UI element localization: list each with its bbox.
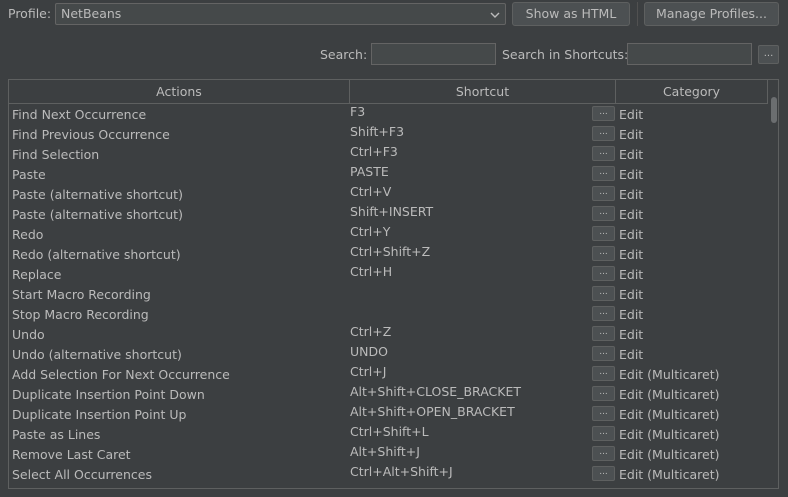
show-as-html-button[interactable]: Show as HTML [512,2,630,26]
edit-shortcut-button[interactable]: ... [592,466,615,481]
shortcut-cell[interactable]: Ctrl+J [350,364,386,384]
chevron-down-icon [490,12,500,18]
table-row[interactable]: Find Previous Occurrence Shift+F3... Edit [9,124,768,144]
edit-shortcut-button[interactable]: ... [592,106,615,121]
search-label: Search: [320,47,368,62]
search-input[interactable] [371,43,496,65]
column-header-category[interactable]: Category [616,80,768,103]
profile-select-value: NetBeans [61,6,122,21]
shortcut-cell[interactable]: PASTE [350,164,389,184]
table-row[interactable]: Paste PASTE... Edit [9,164,768,184]
table-row[interactable]: Add Selection For Next Occurrence Ctrl+J.… [9,364,768,384]
edit-shortcut-button[interactable]: ... [592,266,615,281]
manage-profiles-button[interactable]: Manage Profiles... [644,2,779,26]
edit-shortcut-button[interactable]: ... [592,146,615,161]
table-row[interactable]: Select All Occurrences Ctrl+Alt+Shift+J..… [9,464,768,484]
table-row[interactable]: Paste (alternative shortcut) Shift+INSERT… [9,204,768,224]
shortcut-cell[interactable]: Ctrl+V [350,184,391,204]
scrollbar-thumb[interactable] [771,97,777,123]
search-in-shortcuts-label: Search in Shortcuts: [502,47,629,62]
edit-shortcut-button[interactable]: ... [592,306,615,321]
edit-shortcut-button[interactable]: ... [592,346,615,361]
table-row[interactable]: Remove Last Caret Alt+Shift+J... Edit (Mul… [9,444,768,464]
edit-shortcut-button[interactable]: ... [592,126,615,141]
edit-shortcut-button[interactable]: ... [592,406,615,421]
shortcut-cell[interactable]: Ctrl+Y [350,224,390,244]
shortcut-cell[interactable]: UNDO [350,344,388,364]
shortcut-cell[interactable]: Alt+Shift+OPEN_BRACKET [350,404,515,424]
search-shortcuts-input[interactable] [627,43,752,65]
edit-shortcut-button[interactable]: ... [592,286,615,301]
table-row[interactable]: Redo (alternative shortcut) Ctrl+Shift+Z.… [9,244,768,264]
shortcut-cell[interactable]: Shift+INSERT [350,204,433,224]
profile-select[interactable]: NetBeans [55,3,506,25]
edit-shortcut-button[interactable]: ... [592,386,615,401]
table-row[interactable]: Stop Macro Recording... Edit [9,304,768,324]
table-header: Actions Shortcut Category [9,80,768,104]
shortcut-cell[interactable]: Alt+Shift+CLOSE_BRACKET [350,384,521,404]
table-row[interactable]: Undo (alternative shortcut) UNDO... Edit [9,344,768,364]
column-header-shortcut[interactable]: Shortcut [350,80,616,103]
category-cell: Edit (Multicaret) [619,467,720,482]
shortcut-cell[interactable]: Ctrl+Z [350,324,391,344]
table-body: Find Next Occurrence F3... Edit Find Previo… [9,104,768,484]
edit-shortcut-button[interactable]: ... [592,326,615,341]
edit-shortcut-button[interactable]: ... [592,366,615,381]
table-row[interactable]: Find Next Occurrence F3... Edit [9,104,768,124]
edit-shortcut-button[interactable]: ... [592,226,615,241]
table-row[interactable]: Paste as Lines Ctrl+Shift+L... Edit (Multi… [9,424,768,444]
column-header-actions[interactable]: Actions [9,80,350,103]
shortcut-cell[interactable]: Ctrl+Shift+Z [350,244,430,264]
table-row[interactable]: Duplicate Insertion Point Up Alt+Shift+OP… [9,404,768,424]
shortcut-cell[interactable]: Shift+F3 [350,124,404,144]
table-row[interactable]: Start Macro Recording... Edit [9,284,768,304]
shortcut-cell[interactable]: Alt+Shift+J [350,444,420,464]
shortcut-cell[interactable]: Ctrl+H [350,264,392,284]
table-row[interactable]: Undo Ctrl+Z... Edit [9,324,768,344]
edit-shortcut-button[interactable]: ... [592,166,615,181]
edit-shortcut-button[interactable]: ... [592,426,615,441]
edit-shortcut-button[interactable]: ... [592,186,615,201]
toolbar-separator [637,2,638,26]
shortcut-cell[interactable]: Ctrl+F3 [350,144,398,164]
edit-shortcut-button[interactable]: ... [592,246,615,261]
vertical-scrollbar[interactable] [769,80,778,488]
table-row[interactable]: Find Selection Ctrl+F3... Edit [9,144,768,164]
shortcut-picker-button[interactable]: ... [758,45,779,64]
shortcut-cell[interactable]: F3 [350,104,365,124]
edit-shortcut-button[interactable]: ... [592,206,615,221]
edit-shortcut-button[interactable]: ... [592,446,615,461]
table-row[interactable]: Replace Ctrl+H... Edit [9,264,768,284]
table-row[interactable]: Paste (alternative shortcut) Ctrl+V... Edi… [9,184,768,204]
keymap-table: Actions Shortcut Category Find Next Occu… [8,79,779,489]
profile-label: Profile: [8,6,52,21]
table-row[interactable]: Duplicate Insertion Point Down Alt+Shift+… [9,384,768,404]
action-cell: Select All Occurrences [12,467,152,482]
shortcut-cell[interactable]: Ctrl+Alt+Shift+J [350,464,453,484]
shortcut-cell[interactable]: Ctrl+Shift+L [350,424,429,444]
table-row[interactable]: Redo Ctrl+Y... Edit [9,224,768,244]
